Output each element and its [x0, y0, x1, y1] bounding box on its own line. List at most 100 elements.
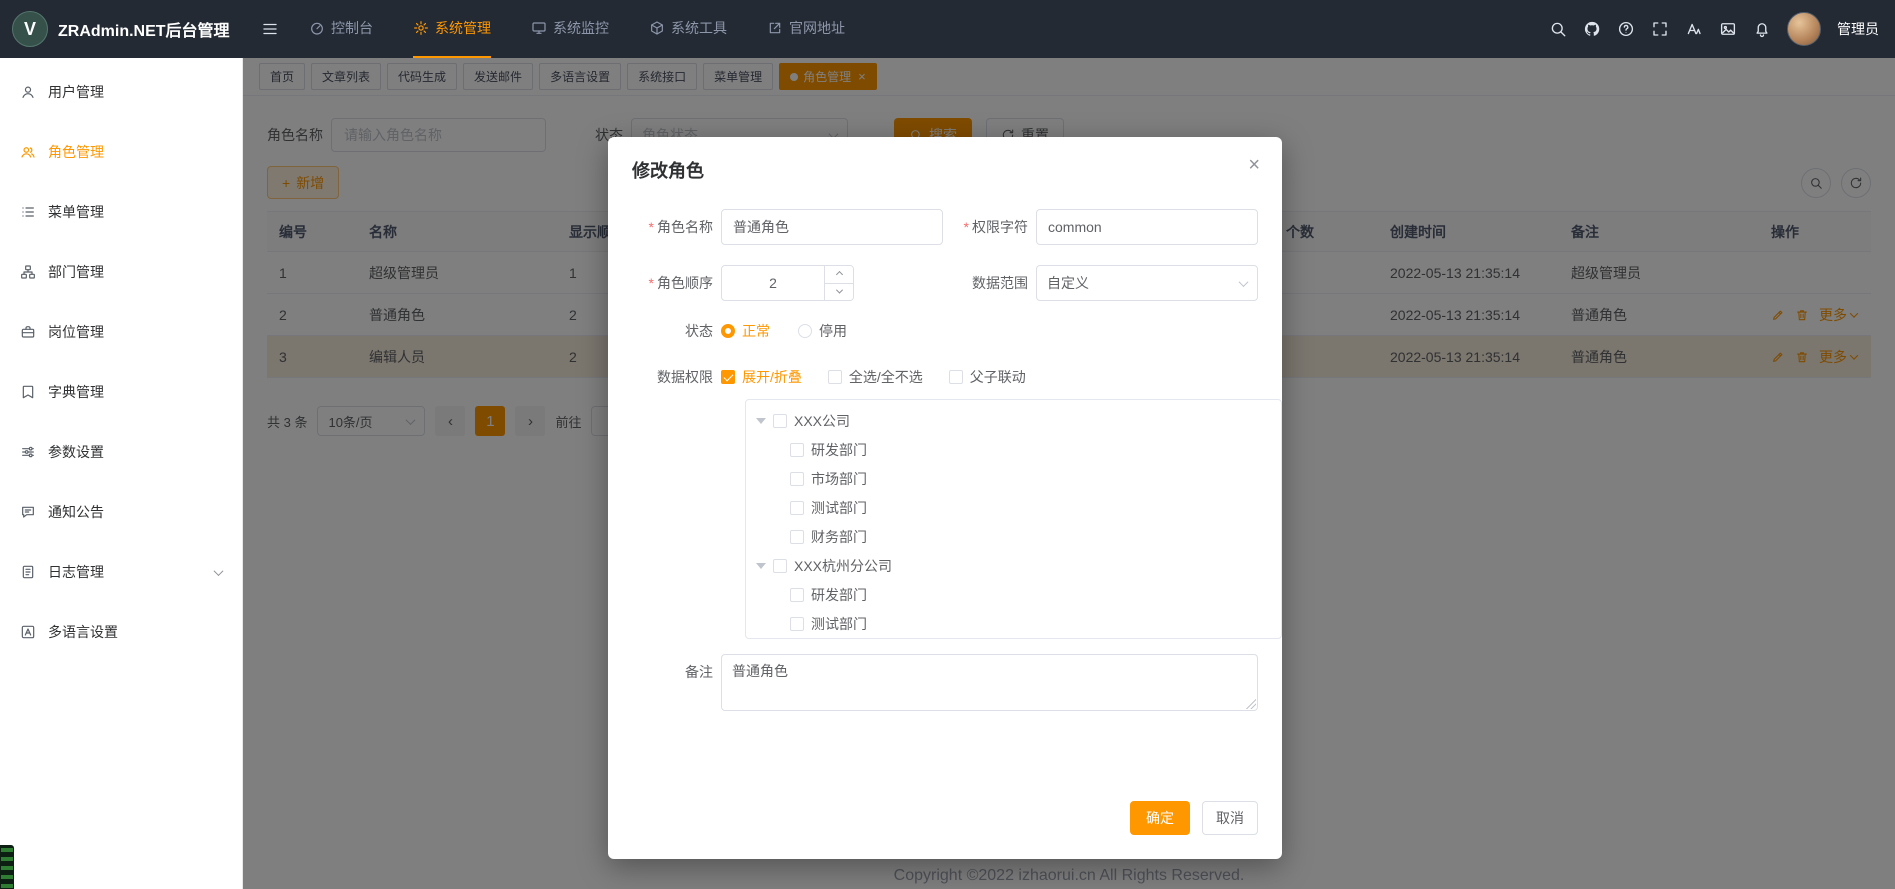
sidebar-item-log-mgmt[interactable]: 日志管理 — [0, 542, 242, 602]
form-row-permissions: 数据权限 展开/折叠 全选/全不选 父子联动 — [632, 367, 1258, 387]
font-size-button[interactable] — [1685, 20, 1703, 38]
checkbox-label: 展开/折叠 — [742, 367, 802, 387]
tree-node-dept[interactable]: 研发部门 — [746, 580, 1281, 609]
tree-node-dept[interactable]: 测试部门 — [746, 609, 1281, 638]
sidebar-item-label: 参数设置 — [48, 442, 104, 462]
briefcase-icon — [20, 324, 36, 340]
logo-area[interactable]: V ZRAdmin.NET后台管理 — [0, 11, 243, 47]
fullscreen-button[interactable] — [1651, 20, 1669, 38]
role-sort-stepper[interactable]: 2 — [721, 265, 854, 301]
checkbox-icon[interactable] — [790, 588, 804, 602]
topnav-console[interactable]: 控制台 — [309, 0, 373, 58]
status-radio-disabled[interactable]: 停用 — [798, 321, 847, 341]
checkbox-icon[interactable] — [773, 559, 787, 573]
sidebar-item-label: 多语言设置 — [48, 622, 118, 642]
sidebar-item-param-settings[interactable]: 参数设置 — [0, 422, 242, 482]
checkbox-icon[interactable] — [773, 414, 787, 428]
search-button[interactable] — [1549, 20, 1567, 38]
chevron-down-icon — [835, 287, 842, 294]
fullscreen-icon — [1651, 20, 1669, 38]
tree-node-branch-company[interactable]: XXX杭州分公司 — [746, 551, 1281, 580]
checkbox-icon[interactable] — [790, 617, 804, 631]
topnav-system-tools[interactable]: 系统工具 — [649, 0, 727, 58]
app-logo: V — [12, 11, 48, 47]
dialog-footer: 确定 取消 — [1130, 801, 1258, 835]
document-icon — [20, 564, 36, 580]
stepper-down-button[interactable] — [825, 284, 853, 301]
role-name-input[interactable] — [721, 209, 943, 245]
data-permission-label: 数据权限 — [632, 367, 721, 387]
sidebar-item-user-mgmt[interactable]: 用户管理 — [0, 62, 242, 122]
github-button[interactable] — [1583, 20, 1601, 38]
sidebar-item-dept-mgmt[interactable]: 部门管理 — [0, 242, 242, 302]
cancel-button[interactable]: 取消 — [1202, 801, 1258, 835]
data-scope-select[interactable]: 自定义 — [1036, 265, 1258, 301]
topbar: V ZRAdmin.NET后台管理 控制台 系统管理 系统监控 系统工具 官网地… — [0, 0, 1895, 58]
user-avatar[interactable] — [1787, 12, 1821, 46]
form-row-status: 状态 正常 停用 — [632, 321, 1258, 341]
resize-grip-icon[interactable] — [1246, 699, 1256, 709]
sidebar-item-label: 通知公告 — [48, 502, 104, 522]
close-icon: × — [1248, 154, 1260, 176]
sidebar-item-post-mgmt[interactable]: 岗位管理 — [0, 302, 242, 362]
data-scope-label: 数据范围 — [943, 273, 1036, 293]
parent-child-link-checkbox[interactable]: 父子联动 — [949, 367, 1026, 387]
users-icon — [20, 144, 36, 160]
notifications-button[interactable] — [1753, 20, 1771, 38]
help-button[interactable] — [1617, 20, 1635, 38]
dialog-close-button[interactable]: × — [1248, 155, 1260, 175]
topnav-system-monitor[interactable]: 系统监控 — [531, 0, 609, 58]
checkbox-icon — [828, 370, 842, 384]
role-name-label: 角色名称 — [632, 217, 721, 237]
font-size-icon — [1685, 20, 1703, 38]
dashboard-icon — [309, 20, 325, 36]
remark-label: 备注 — [632, 654, 721, 690]
help-icon — [1617, 20, 1635, 38]
tree-node-dept[interactable]: 市场部门 — [746, 464, 1281, 493]
sidebar-item-label: 部门管理 — [48, 262, 104, 282]
sidebar-item-dict-mgmt[interactable]: 字典管理 — [0, 362, 242, 422]
tree-node-label: 测试部门 — [811, 498, 867, 518]
stepper-up-button[interactable] — [825, 266, 853, 284]
checkbox-checked-icon — [721, 370, 735, 384]
checkbox-icon[interactable] — [790, 530, 804, 544]
tree-node-dept[interactable]: 研发部门 — [746, 435, 1281, 464]
select-all-checkbox[interactable]: 全选/全不选 — [828, 367, 923, 387]
tree-node-dept[interactable]: 测试部门 — [746, 493, 1281, 522]
tree-node-label: 市场部门 — [811, 469, 867, 489]
tree-node-label: XXX杭州分公司 — [794, 556, 892, 576]
gear-icon — [413, 20, 429, 36]
topnav-system-mgmt[interactable]: 系统管理 — [413, 0, 491, 58]
chevron-up-icon — [835, 271, 842, 278]
tree-node-label: 财务部门 — [811, 527, 867, 547]
sidebar-toggle-button[interactable] — [261, 20, 279, 38]
topbar-actions: 管理员 — [1549, 12, 1895, 46]
radio-label: 停用 — [819, 321, 847, 341]
caret-down-icon[interactable] — [756, 563, 766, 574]
checkbox-icon[interactable] — [790, 472, 804, 486]
remark-textarea[interactable]: 普通角色 — [721, 654, 1258, 711]
role-sort-label: 角色顺序 — [632, 273, 721, 293]
stepper-buttons — [824, 266, 853, 300]
sidebar-item-role-mgmt[interactable]: 角色管理 — [0, 122, 242, 182]
topnav-official-site[interactable]: 官网地址 — [767, 0, 845, 58]
sidebar-item-menu-mgmt[interactable]: 菜单管理 — [0, 182, 242, 242]
confirm-button[interactable]: 确定 — [1130, 801, 1190, 835]
checkbox-icon[interactable] — [790, 501, 804, 515]
tree-node-label: 研发部门 — [811, 585, 867, 605]
sidebar-item-label: 岗位管理 — [48, 322, 104, 342]
tree-node-company[interactable]: XXX公司 — [746, 406, 1281, 435]
remark-textarea-wrap: 普通角色 — [721, 654, 1258, 711]
hamburger-icon — [261, 20, 279, 38]
status-radio-normal[interactable]: 正常 — [721, 321, 770, 341]
role-key-input[interactable] — [1036, 209, 1258, 245]
caret-down-icon[interactable] — [756, 418, 766, 429]
layout-size-button[interactable] — [1719, 20, 1737, 38]
username[interactable]: 管理员 — [1837, 19, 1879, 39]
tree-node-label: XXX公司 — [794, 411, 850, 431]
sidebar-item-notice[interactable]: 通知公告 — [0, 482, 242, 542]
checkbox-icon[interactable] — [790, 443, 804, 457]
tree-node-dept[interactable]: 财务部门 — [746, 522, 1281, 551]
expand-collapse-checkbox[interactable]: 展开/折叠 — [721, 367, 802, 387]
sidebar-item-i18n-settings[interactable]: 多语言设置 — [0, 602, 242, 662]
